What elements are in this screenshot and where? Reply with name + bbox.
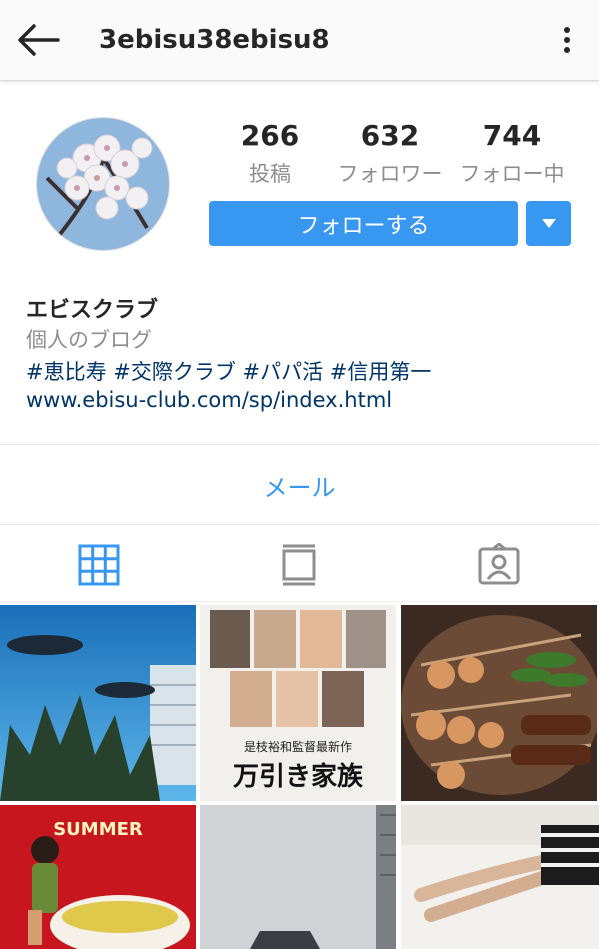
post-thumbnail-movie-poster[interactable]: 是枝裕和監督最新作 万引き家族 bbox=[200, 605, 396, 801]
tagged-photos-icon[interactable] bbox=[477, 543, 521, 587]
post-image bbox=[0, 605, 196, 801]
poster-subtitle: 是枝裕和監督最新作 bbox=[244, 739, 352, 754]
profile-display-name: エビスクラブ bbox=[26, 298, 159, 323]
stat-posts[interactable]: 266 投稿 bbox=[210, 120, 330, 188]
top-bar: 3ebisu38ebisu8 bbox=[0, 0, 599, 81]
posts-label: 投稿 bbox=[249, 162, 291, 186]
post-image bbox=[401, 605, 597, 801]
followers-label: フォロワー bbox=[337, 162, 443, 186]
post-image: 是枝裕和監督最新作 万引き家族 bbox=[200, 605, 396, 801]
stat-followers[interactable]: 632 フォロワー bbox=[330, 120, 450, 188]
feed-view-icon[interactable] bbox=[277, 543, 321, 587]
post-thumbnail-summer-carnival[interactable]: SUMMER bbox=[0, 805, 196, 949]
profile-bio: エビスクラブ 個人のブログ #恵比寿 #交際クラブ #パパ活 #信用第一 www… bbox=[26, 292, 586, 420]
followers-count: 632 bbox=[360, 119, 420, 152]
post-image: SUMMER bbox=[0, 805, 196, 949]
back-arrow-icon[interactable] bbox=[14, 20, 64, 60]
post-caption: SUMMER bbox=[53, 819, 143, 840]
grid-view-icon[interactable] bbox=[77, 543, 121, 587]
poster-title: 万引き家族 bbox=[233, 761, 364, 792]
profile-hashtags[interactable]: #恵比寿 #交際クラブ #パパ活 #信用第一 bbox=[26, 356, 586, 388]
more-options-icon[interactable] bbox=[552, 22, 582, 58]
profile-avatar[interactable] bbox=[36, 117, 170, 251]
profile-website-link[interactable]: www.ebisu-club.com/sp/index.html bbox=[26, 388, 586, 420]
divider bbox=[0, 524, 599, 525]
post-thumbnail-aquarium[interactable] bbox=[0, 605, 196, 801]
profile-username: 3ebisu38ebisu8 bbox=[99, 25, 330, 55]
caret-down-icon bbox=[541, 219, 556, 228]
post-thumbnail-legs[interactable] bbox=[401, 805, 599, 949]
posts-count: 266 bbox=[240, 119, 300, 152]
post-image bbox=[200, 805, 396, 949]
suggestions-dropdown-button[interactable] bbox=[526, 201, 571, 246]
avatar-image bbox=[37, 118, 169, 250]
profile-category: 個人のブログ bbox=[26, 328, 152, 352]
following-label: フォロー中 bbox=[459, 162, 565, 186]
email-contact-button[interactable]: メール bbox=[0, 445, 599, 525]
post-image bbox=[401, 805, 599, 949]
post-thumbnail-yakitori[interactable] bbox=[401, 605, 597, 801]
following-count: 744 bbox=[482, 119, 542, 152]
post-thumbnail-sky[interactable] bbox=[200, 805, 396, 949]
follow-button[interactable]: フォローする bbox=[209, 201, 518, 246]
stat-following[interactable]: 744 フォロー中 bbox=[452, 120, 572, 188]
divider bbox=[0, 601, 599, 602]
